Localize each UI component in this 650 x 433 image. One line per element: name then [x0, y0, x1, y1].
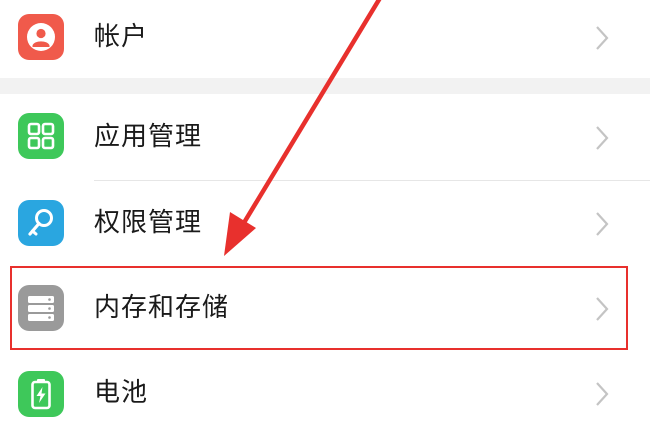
chevron-right-icon [594, 124, 610, 152]
key-icon [18, 200, 64, 246]
battery-icon [18, 371, 64, 417]
chevron-right-icon [594, 210, 610, 238]
settings-item-label: 电池 [94, 378, 149, 408]
apps-grid-icon [18, 113, 64, 159]
settings-item-label: 帐户 [94, 22, 149, 52]
settings-screen: 帐户 应用管理 权限管理 内存和存储 电池 [0, 0, 650, 433]
storage-icon [18, 285, 64, 331]
settings-item-permission-management[interactable]: 权限管理 [0, 181, 650, 265]
section-divider [0, 78, 650, 94]
chevron-right-icon [594, 295, 610, 323]
settings-item-memory-storage[interactable]: 内存和存储 [0, 266, 650, 350]
settings-item-label: 权限管理 [94, 208, 203, 238]
settings-item-app-management[interactable]: 应用管理 [0, 94, 650, 180]
settings-item-account[interactable]: 帐户 [0, 0, 650, 78]
chevron-right-icon [594, 24, 610, 52]
settings-item-label: 内存和存储 [94, 293, 230, 323]
chevron-right-icon [594, 380, 610, 408]
settings-item-battery[interactable]: 电池 [0, 351, 650, 433]
settings-item-label: 应用管理 [94, 122, 203, 152]
account-icon [18, 14, 64, 60]
